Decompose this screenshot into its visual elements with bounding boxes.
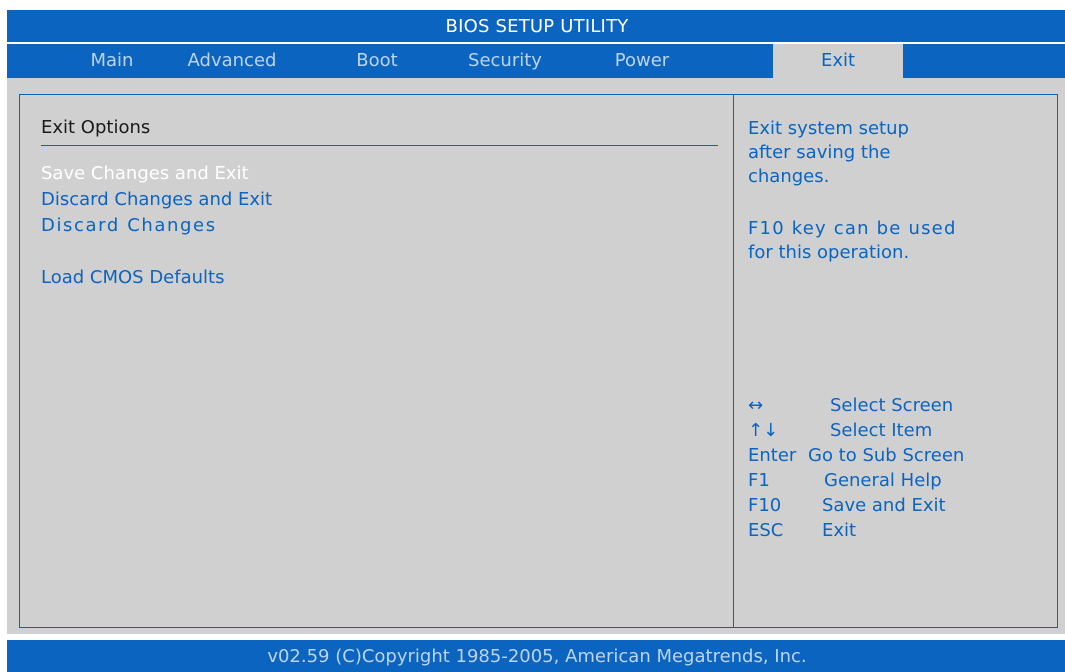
key-hint-desc: Select Item (830, 420, 933, 441)
help-panel: Exit system setup after saving the chang… (734, 94, 1058, 628)
option-load-cmos-defaults[interactable]: Load CMOS Defaults (41, 267, 224, 288)
key-label: ESC (748, 520, 784, 541)
key-hint-desc: Go to Sub Screen (808, 445, 965, 466)
help-line: changes. (748, 166, 830, 187)
main-area: Exit Options Save Changes and Exit Disca… (7, 78, 1065, 634)
section-title: Exit Options (41, 117, 151, 138)
key-label: F1 (748, 470, 770, 491)
window-title: BIOS SETUP UTILITY (445, 15, 629, 37)
option-discard-changes[interactable]: Discard Changes (41, 215, 217, 236)
tab-exit[interactable]: Exit (773, 44, 903, 78)
key-hint-desc: Save and Exit (822, 495, 946, 516)
help-line: F10 key can be used (748, 218, 957, 239)
key-hint-desc: Exit (822, 520, 857, 541)
tab-power[interactable]: Power (597, 44, 687, 78)
key-hint-exit: ESC Exit (748, 520, 856, 541)
help-line: Exit system setup (748, 118, 909, 139)
tab-boot[interactable]: Boot (337, 44, 417, 78)
help-line: after saving the (748, 142, 891, 163)
tab-main[interactable]: Main (57, 44, 167, 78)
copyright-text: v02.59 (C)Copyright 1985-2005, American … (267, 645, 807, 667)
key-label: F10 (748, 495, 782, 516)
key-hint-select-item: ↑↓ Select Item (748, 420, 932, 441)
key-label: Enter (748, 445, 797, 466)
bios-window: BIOS SETUP UTILITY Main Advanced Boot Se… (7, 0, 1065, 672)
key-hint-sub-screen: Enter Go to Sub Screen (748, 445, 964, 466)
help-line: for this operation. (748, 242, 910, 263)
key-hint-select-screen: ↔ Select Screen (748, 395, 953, 416)
tab-security[interactable]: Security (455, 44, 555, 78)
copyright-footer: v02.59 (C)Copyright 1985-2005, American … (7, 640, 1065, 672)
tab-bar: Main Advanced Boot Security Power Exit (7, 44, 1065, 78)
option-discard-changes-and-exit[interactable]: Discard Changes and Exit (41, 189, 272, 210)
option-save-changes-and-exit[interactable]: Save Changes and Exit (41, 163, 249, 184)
left-right-arrows-icon: ↔ (748, 395, 764, 416)
key-hint-save-exit: F10 Save and Exit (748, 495, 946, 516)
section-divider (41, 145, 718, 146)
title-bar: BIOS SETUP UTILITY (7, 10, 1065, 42)
up-down-arrows-icon: ↑↓ (748, 420, 779, 441)
options-panel: Exit Options Save Changes and Exit Disca… (19, 94, 734, 628)
tab-advanced[interactable]: Advanced (177, 44, 287, 78)
key-hint-desc: Select Screen (830, 395, 954, 416)
key-hint-general-help: F1 General Help (748, 470, 942, 491)
key-hint-desc: General Help (824, 470, 942, 491)
